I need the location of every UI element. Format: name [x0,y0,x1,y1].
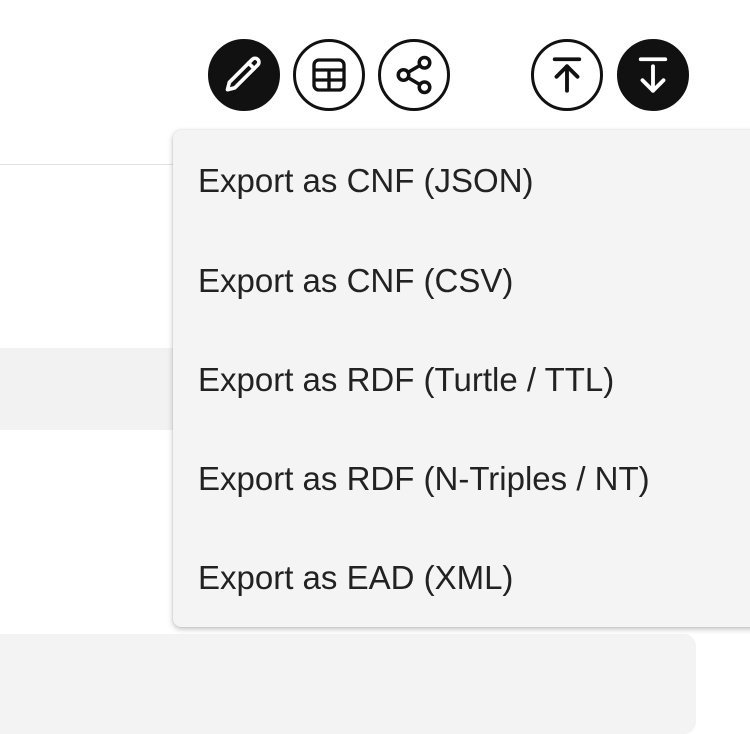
download-icon [638,57,668,93]
export-cnf-json-item[interactable]: Export as CNF (JSON) [173,130,750,231]
header-divider [0,164,180,165]
upload-icon [552,57,582,93]
toolbar [0,0,750,150]
pencil-icon [225,56,261,92]
background-card [0,634,696,734]
table-icon [312,58,346,92]
background-row [0,348,180,430]
export-rdf-nt-item[interactable]: Export as RDF (N-Triples / NT) [173,429,750,528]
share-icon [396,55,432,95]
export-cnf-csv-item[interactable]: Export as CNF (CSV) [173,231,750,330]
export-dropdown-menu: Export as CNF (JSON) Export as CNF (CSV)… [173,130,750,627]
export-rdf-ttl-item[interactable]: Export as RDF (Turtle / TTL) [173,330,750,429]
edit-button[interactable] [208,39,280,111]
share-button[interactable] [378,39,450,111]
download-button[interactable] [617,39,689,111]
upload-button[interactable] [531,39,603,111]
export-ead-xml-item[interactable]: Export as EAD (XML) [173,528,750,627]
table-view-button[interactable] [293,39,365,111]
